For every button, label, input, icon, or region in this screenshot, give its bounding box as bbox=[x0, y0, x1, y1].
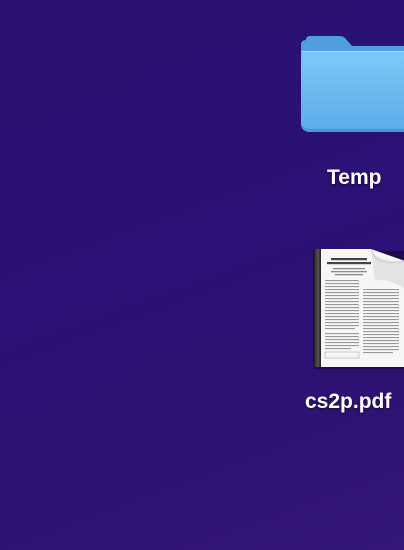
desktop-item-temp-folder[interactable]: Temp bbox=[300, 34, 404, 194]
pdf-thumbnail-icon bbox=[313, 249, 404, 369]
desktop-item-cs2p-pdf[interactable]: cs2p.pdf bbox=[305, 246, 404, 426]
desktop-item-label: Temp bbox=[327, 166, 382, 189]
desktop-item-label: cs2p.pdf bbox=[305, 390, 392, 413]
folder-icon bbox=[301, 36, 404, 132]
desktop: Temp cs2p.pdf bbox=[0, 0, 404, 550]
